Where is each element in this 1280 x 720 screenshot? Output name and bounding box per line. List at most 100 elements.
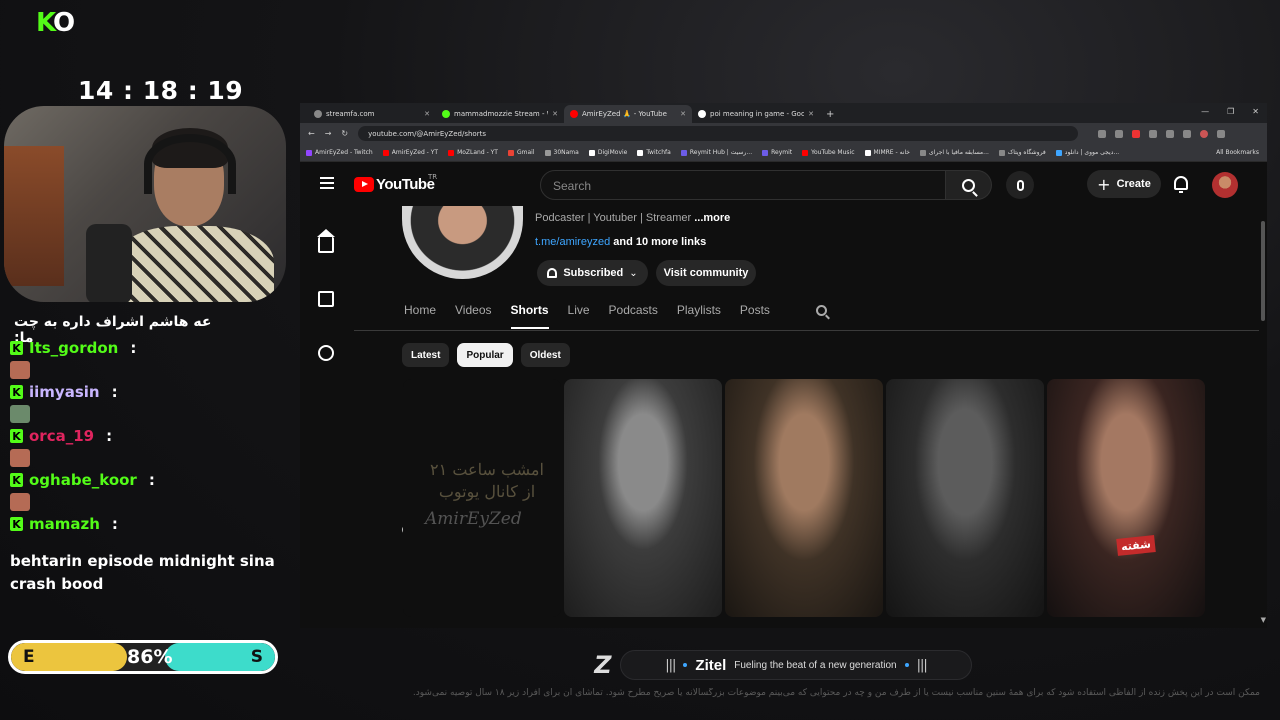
new-tab-icon[interactable]: + <box>826 109 834 120</box>
visit-community-button[interactable]: Visit community <box>656 260 756 286</box>
sponsor-pill: ||| Zitel Fueling the beat of a new gene… <box>620 650 972 680</box>
youtube-sidebar <box>300 207 422 540</box>
extension-icon[interactable] <box>1115 129 1124 138</box>
tab-strip: streamfa.com✕ mammadmozzie Stream - Wat.… <box>300 103 1267 123</box>
short-thumbnail[interactable] <box>564 379 722 617</box>
bookmark[interactable]: DigiMovie <box>588 149 627 156</box>
short-thumbnail[interactable] <box>886 379 1044 617</box>
browser-tab-active[interactable]: AmirEyZed 🙏 - YouTube ✕ <box>564 105 692 123</box>
emote-icon <box>10 493 30 511</box>
shorts-grid: امشب ساعت ۲۱ از کانال یوتوب AmirEyZed شف… <box>403 379 1205 617</box>
browser-window: streamfa.com✕ mammadmozzie Stream - Wat.… <box>300 103 1267 628</box>
bookmark[interactable]: YouTube Music <box>802 149 855 156</box>
tab-favicon-icon <box>442 110 450 118</box>
bookmark[interactable]: Reymit <box>762 149 792 156</box>
tab-shorts[interactable]: Shorts <box>510 303 549 329</box>
chat-username[interactable]: orca_19 <box>29 427 94 445</box>
channel-search-icon[interactable] <box>816 305 827 316</box>
chat-username[interactable]: iimyasin <box>29 383 100 401</box>
close-icon[interactable]: ✕ <box>552 110 558 118</box>
bookmark[interactable]: Twitchfa <box>637 149 671 156</box>
tab-podcasts[interactable]: Podcasts <box>609 303 658 329</box>
browser-tab[interactable]: mammadmozzie Stream - Wat...✕ <box>436 105 564 123</box>
reload-icon[interactable]: ↻ <box>341 129 348 138</box>
channel-avatar[interactable] <box>402 206 523 279</box>
maximize-icon[interactable]: ❐ <box>1227 107 1234 116</box>
tab-live[interactable]: Live <box>568 303 590 329</box>
subscriptions-icon[interactable] <box>318 291 334 307</box>
create-button[interactable]: + Create <box>1087 170 1161 198</box>
disclaimer-text: ممکن است در این پخش زنده از الفاظی استفا… <box>412 688 1260 698</box>
short-thumbnail[interactable]: امشب ساعت ۲۱ از کانال یوتوب AmirEyZed <box>403 379 561 617</box>
chat-username[interactable]: Its_gordon <box>29 339 118 357</box>
bookmark[interactable]: MIMRE - خانه <box>864 149 910 156</box>
bookmark[interactable]: 30Nama <box>544 149 579 156</box>
bookmark-icon <box>680 149 687 156</box>
menu-icon[interactable] <box>1217 129 1226 138</box>
subscribed-button[interactable]: Subscribed ⌄ <box>537 260 648 286</box>
chat-username[interactable]: mamazh <box>29 515 100 533</box>
bookmark[interactable]: مسابقه مافیا با اجرای... <box>920 149 989 156</box>
bookmark[interactable]: AmirEyZed - Twitch <box>306 149 373 156</box>
minimize-icon[interactable]: — <box>1201 107 1209 116</box>
bookmark[interactable]: Reymit Hub | رسیت... <box>680 149 752 156</box>
bookmark-icon <box>802 149 809 156</box>
bookmark[interactable]: MoZLand - YT <box>448 149 498 156</box>
account-avatar[interactable] <box>1212 172 1238 198</box>
bookmark[interactable]: AmirEyZed - YT <box>382 149 438 156</box>
extension-icon[interactable] <box>1098 129 1107 138</box>
stream-clock: 14 : 18 : 19 <box>78 76 244 105</box>
extension-icon[interactable] <box>1149 129 1158 138</box>
chat-username[interactable]: oghabe_koor <box>29 471 137 489</box>
chip-popular[interactable]: Popular <box>457 343 513 367</box>
chip-oldest[interactable]: Oldest <box>520 343 570 367</box>
close-icon[interactable]: ✕ <box>680 110 686 118</box>
bookmark[interactable]: دیجی مووی | دانلود... <box>1055 149 1119 156</box>
search-button[interactable] <box>946 170 992 200</box>
voice-search-button[interactable] <box>1006 171 1034 199</box>
close-icon[interactable]: ✕ <box>808 110 814 118</box>
chevron-down-icon: ⌄ <box>629 267 638 279</box>
more-links[interactable]: and 10 more links <box>613 236 706 248</box>
home-icon[interactable] <box>317 229 335 253</box>
forward-icon[interactable]: → <box>325 129 332 138</box>
youtube-logo[interactable]: YouTube <box>354 176 435 193</box>
bookmark[interactable]: فروشگاه ویتاک <box>998 149 1046 156</box>
tab-playlists[interactable]: Playlists <box>677 303 721 329</box>
chip-latest[interactable]: Latest <box>402 343 450 367</box>
bookmark-icon <box>998 149 1005 156</box>
sort-chips: Latest Popular Oldest <box>402 343 570 367</box>
bookmark-icon <box>448 149 455 156</box>
scroll-down-icon[interactable]: ▼ <box>1261 616 1266 624</box>
short-thumbnail[interactable]: شفته <box>1047 379 1205 617</box>
notifications-icon[interactable] <box>1174 176 1188 193</box>
emote-icon <box>10 405 30 423</box>
extension-icon[interactable] <box>1166 129 1175 138</box>
channel-link[interactable]: t.me/amireyzed <box>535 236 610 248</box>
tab-favicon-icon <box>570 110 578 118</box>
tab-posts[interactable]: Posts <box>740 303 770 329</box>
tab-videos[interactable]: Videos <box>455 303 491 329</box>
close-window-icon[interactable]: ✕ <box>1252 107 1259 116</box>
close-icon[interactable]: ✕ <box>424 110 430 118</box>
url-input[interactable]: youtube.com/@AmirEyZed/shorts <box>358 126 1079 141</box>
sponsor-slogan: Fueling the beat of a new generation <box>734 659 897 671</box>
back-icon[interactable]: ← <box>308 129 315 138</box>
tab-home[interactable]: Home <box>404 303 436 329</box>
chat-message: Kiimyasin: <box>10 382 295 402</box>
bookmark-icon <box>382 149 389 156</box>
scrollbar[interactable] <box>1261 221 1265 321</box>
extension-icon[interactable] <box>1183 129 1192 138</box>
search-input[interactable]: Search <box>540 170 946 200</box>
bookmark[interactable]: Gmail <box>507 149 535 156</box>
all-bookmarks-button[interactable]: All Bookmarks <box>1216 149 1259 156</box>
extension-icon[interactable] <box>1132 129 1141 138</box>
you-icon[interactable] <box>318 345 334 361</box>
short-thumbnail[interactable] <box>725 379 883 617</box>
menu-icon[interactable] <box>320 177 334 189</box>
browser-tab[interactable]: streamfa.com ✕ <box>308 105 436 123</box>
bookmark-icon <box>507 149 514 156</box>
profile-icon[interactable] <box>1200 129 1209 138</box>
channel-description[interactable]: Podcaster | Youtuber | Streamer ...more <box>535 212 730 224</box>
browser-tab[interactable]: poi meaning in game - Google...✕ <box>692 105 820 123</box>
